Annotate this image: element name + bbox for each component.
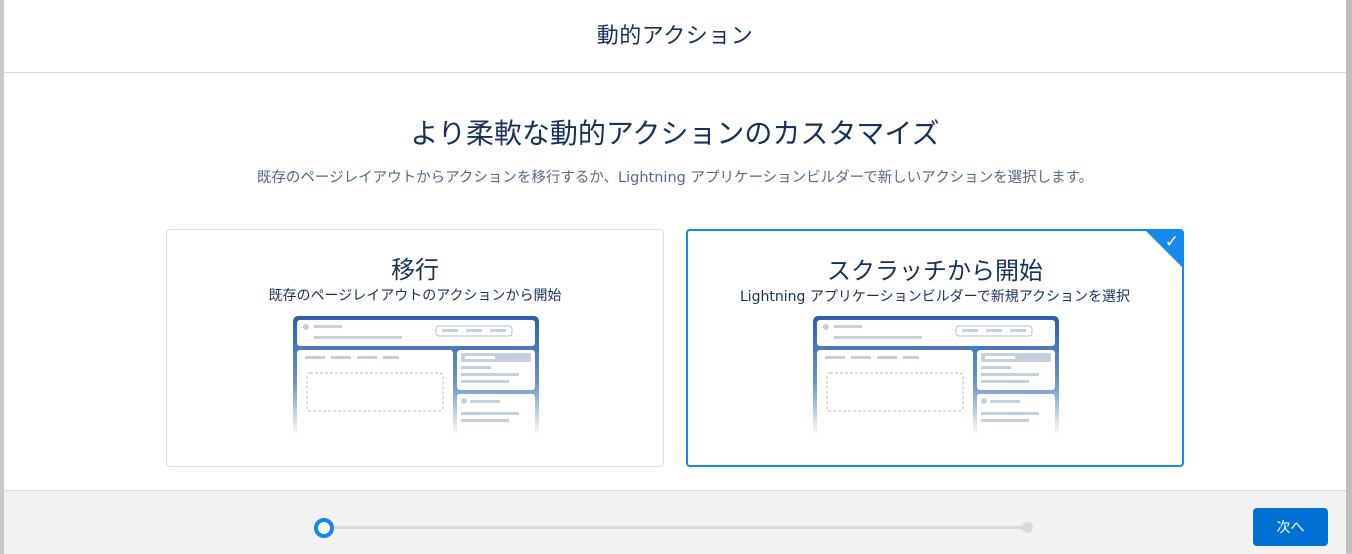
- progress-track: [332, 526, 1028, 529]
- dynamic-actions-modal: 動的アクション より柔軟な動的アクションのカスタマイズ 既存のページレイアウトか…: [4, 0, 1346, 554]
- option-description: 既存のページレイアウトのアクションから開始: [268, 288, 562, 304]
- background-edge: [1346, 0, 1352, 553]
- next-button[interactable]: 次へ: [1253, 508, 1328, 546]
- option-card-scratch[interactable]: ✓ スクラッチから開始 Lightning アプリケーションビルダーで新規アクシ…: [686, 229, 1184, 467]
- modal-headline: より柔軟な動的アクションのカスタマイズ: [410, 117, 940, 150]
- modal-header: 動的アクション: [4, 0, 1346, 73]
- modal-title: 動的アクション: [596, 24, 754, 49]
- option-title: スクラッチから開始: [827, 257, 1043, 285]
- option-title: 移行: [391, 256, 439, 284]
- progress-step-1-active[interactable]: [314, 518, 334, 538]
- page-layout-illustration: [293, 316, 539, 436]
- modal-footer: 次へ: [4, 490, 1346, 554]
- checkmark-icon: ✓: [1164, 232, 1179, 252]
- option-card-migrate[interactable]: 移行 既存のページレイアウトのアクションから開始: [166, 229, 664, 467]
- progress-step-2[interactable]: [1022, 522, 1033, 533]
- page-layout-illustration: [813, 316, 1059, 436]
- option-description: Lightning アプリケーションビルダーで新規アクションを選択: [739, 289, 1131, 305]
- modal-subtitle: 既存のページレイアウトからアクションを移行するか、Lightning アプリケー…: [256, 170, 1094, 186]
